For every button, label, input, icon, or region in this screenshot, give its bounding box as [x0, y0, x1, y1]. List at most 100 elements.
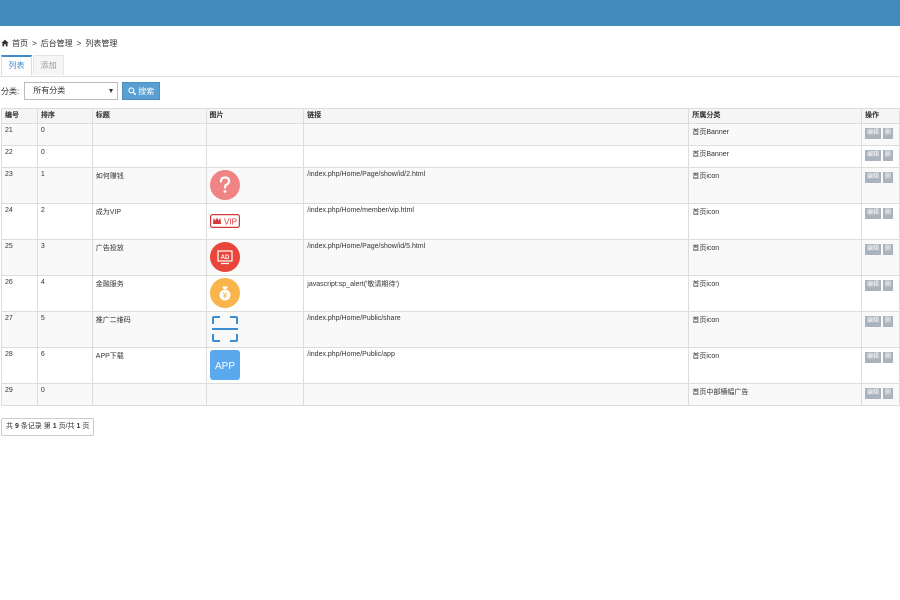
table-row: 29 0 首页中部横幅广告 编辑删: [1, 383, 900, 406]
cell-title: [91, 145, 207, 168]
cell-actions: 编辑删: [860, 239, 900, 276]
cell-sort: 5: [36, 311, 93, 348]
cell-category: 首页Banner: [688, 145, 862, 168]
cell-link: javascript:sp_alert('敬请期待'): [303, 275, 690, 312]
delete-button[interactable]: 删: [882, 316, 893, 327]
cell-title: 推广二维码: [91, 311, 207, 348]
column-header-link: 链接: [303, 108, 690, 124]
tab-list[interactable]: 列表: [1, 55, 32, 76]
pager-text: 页: [82, 423, 90, 430]
pager-text: 共: [6, 423, 13, 430]
column-header-image: 图片: [205, 108, 305, 124]
breadcrumb-current: 列表管理: [85, 38, 118, 48]
vip-icon: VIP: [209, 214, 240, 229]
cell-link: /index.php/Home/Page/show/id/5.html: [303, 239, 690, 276]
home-icon: [1, 39, 9, 47]
column-header-actions: 操作: [860, 108, 900, 124]
cell-actions: 编辑删: [860, 275, 900, 312]
cell-actions: 编辑删: [860, 383, 900, 406]
cell-actions: 编辑删: [860, 145, 900, 168]
ad-icon: AD: [209, 242, 240, 272]
cell-link: /index.php/Home/Page/show/id/2.html: [303, 167, 690, 204]
cell-link: /index.php/Home/Public/share: [303, 311, 690, 348]
cell-actions: 编辑删: [860, 347, 900, 384]
cell-id: 25: [1, 239, 38, 276]
list-table: 编号 排序 标题 图片 链接 所属分类 操作 21 0 首页Banner 编辑删…: [1, 108, 900, 406]
cell-category: 首页icon: [688, 167, 862, 204]
cell-image: [205, 145, 305, 168]
cell-category: 首页icon: [688, 311, 862, 348]
cell-title: 金融服务: [91, 275, 207, 312]
category-select-value: 所有分类: [33, 86, 66, 95]
edit-button[interactable]: 编辑: [864, 208, 881, 219]
cell-title: 成为VIP: [91, 203, 207, 240]
cell-id: 23: [1, 167, 38, 204]
cell-title: 如何赚钱: [91, 167, 207, 204]
cell-sort: 0: [36, 383, 93, 406]
table-header-row: 编号 排序 标题 图片 链接 所属分类 操作: [1, 108, 900, 124]
breadcrumb-separator: >: [76, 38, 82, 48]
question-icon: [209, 170, 240, 200]
edit-button[interactable]: 编辑: [864, 150, 881, 161]
cell-image: VIP: [205, 203, 305, 240]
cell-link: [303, 383, 690, 406]
edit-button[interactable]: 编辑: [864, 388, 881, 399]
column-header-category: 所属分类: [688, 108, 862, 124]
table-row: 27 5 推广二维码 /index.php/Home/Public/share …: [1, 311, 900, 348]
delete-button[interactable]: 删: [882, 244, 893, 255]
cell-title: [91, 383, 207, 406]
category-select[interactable]: 所有分类: [24, 82, 119, 100]
cell-sort: 3: [36, 239, 93, 276]
delete-button[interactable]: 删: [882, 128, 893, 139]
breadcrumb-section[interactable]: 后台管理: [41, 38, 73, 49]
delete-button[interactable]: 删: [882, 208, 893, 219]
column-header-title: 标题: [91, 108, 207, 124]
cell-image: [205, 275, 305, 312]
app-icon: APP: [209, 350, 240, 380]
cell-id: 27: [1, 311, 38, 348]
cell-image: [205, 383, 305, 406]
edit-button[interactable]: 编辑: [864, 128, 881, 139]
pager-count: 9: [14, 423, 19, 430]
cell-image: [205, 123, 305, 146]
delete-button[interactable]: 删: [882, 172, 893, 183]
cell-sort: 4: [36, 275, 93, 312]
delete-button[interactable]: 删: [882, 352, 893, 363]
cell-category: 首页icon: [688, 275, 862, 312]
cell-link: /index.php/Home/Public/app: [303, 347, 690, 384]
cell-actions: 编辑删: [860, 311, 900, 348]
delete-button[interactable]: 删: [882, 280, 893, 291]
edit-button[interactable]: 编辑: [864, 172, 881, 183]
cell-id: 29: [1, 383, 38, 406]
table-row: 26 4 金融服务 javascript:sp_alert('敬请期待') 首页…: [1, 275, 900, 312]
table-row: 23 1 如何赚钱 /index.php/Home/Page/show/id/2…: [1, 167, 900, 204]
edit-button[interactable]: 编辑: [864, 280, 881, 291]
edit-button[interactable]: 编辑: [864, 316, 881, 327]
filter-bar: 分类: 所有分类 搜索: [1, 81, 161, 101]
svg-text:APP: APP: [215, 361, 235, 372]
cell-id: 28: [1, 347, 38, 384]
tab-add[interactable]: 添加: [33, 55, 64, 75]
cell-actions: 编辑删: [860, 123, 900, 146]
delete-button[interactable]: 删: [882, 150, 893, 161]
breadcrumb-home[interactable]: 首页: [12, 38, 28, 49]
category-filter-label: 分类:: [1, 86, 20, 96]
table-row: 22 0 首页Banner 编辑删: [1, 145, 900, 168]
pager-text: 条记录 第: [20, 423, 51, 430]
edit-button[interactable]: 编辑: [864, 352, 881, 363]
table-row: 25 3 广告投放 AD /index.php/Home/Page/show/i…: [1, 239, 900, 276]
search-button-label: 搜索: [138, 86, 155, 96]
cell-id: 21: [1, 123, 38, 146]
cell-category: 首页Banner: [688, 123, 862, 146]
edit-button[interactable]: 编辑: [864, 244, 881, 255]
pager-current-page: 1: [52, 423, 57, 430]
top-navbar: [0, 0, 900, 26]
cell-sort: 2: [36, 203, 93, 240]
svg-text:VIP: VIP: [224, 218, 237, 227]
pager-text: 页/共: [58, 423, 75, 430]
search-button[interactable]: 搜索: [122, 82, 161, 100]
cell-actions: 编辑删: [860, 167, 900, 204]
delete-button[interactable]: 删: [882, 388, 893, 399]
cell-sort: 0: [36, 123, 93, 146]
cell-link: [303, 145, 690, 168]
